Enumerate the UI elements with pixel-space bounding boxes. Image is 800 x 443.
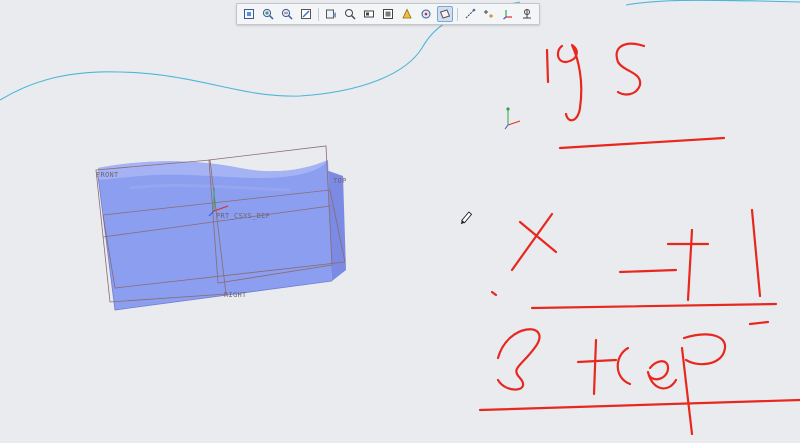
datum-label-front: FRONT	[96, 171, 119, 179]
annotations-icon	[523, 9, 531, 19]
spin-center-icon	[421, 9, 431, 19]
pencil-cursor-icon	[460, 211, 473, 225]
perspective-icon	[402, 8, 412, 19]
shading-button[interactable]	[380, 6, 396, 22]
view-toolbar	[236, 3, 540, 25]
saved-orientations-icon	[326, 9, 336, 19]
datum-curve[interactable]	[625, 0, 800, 6]
datum-label-top: TOP	[333, 177, 347, 185]
datum-label-right: RIGHT	[224, 291, 247, 299]
annotations-button[interactable]	[519, 6, 535, 22]
toolbar-separator	[318, 7, 319, 21]
zoom-out-button[interactable]	[279, 6, 295, 22]
view-manager-button[interactable]	[342, 6, 358, 22]
datum-points-icon	[484, 10, 493, 18]
part-model[interactable]	[97, 160, 346, 311]
coordinate-systems-button[interactable]	[500, 6, 516, 22]
shading-icon	[383, 9, 393, 19]
part-main-face[interactable]	[98, 160, 332, 310]
zoom-out-icon	[281, 8, 293, 20]
refit-icon	[244, 9, 254, 19]
display-style-icon	[364, 10, 374, 18]
zoom-in-button[interactable]	[260, 6, 276, 22]
orientation-triad-icon	[504, 107, 521, 130]
repaint-button[interactable]	[298, 6, 314, 22]
datum-label-csys: PRT_CSYS_DEF	[216, 212, 270, 220]
zoom-in-icon	[262, 8, 274, 20]
datum-axes-button[interactable]	[462, 6, 478, 22]
repaint-icon	[301, 9, 311, 19]
datum-planes-icon	[439, 9, 451, 19]
graphics-window[interactable]: FRONT TOP RIGHT PRT_CSYS_DEF	[0, 0, 800, 443]
coordinate-systems-icon	[503, 10, 512, 20]
view-manager-icon	[345, 9, 356, 20]
refit-button[interactable]	[241, 6, 257, 22]
datum-planes-button[interactable]	[437, 6, 453, 22]
datum-axes-icon	[465, 8, 476, 19]
freehand-sketch	[478, 42, 800, 436]
datum-points-button[interactable]	[481, 6, 497, 22]
toolbar-separator	[457, 7, 458, 21]
display-style-button[interactable]	[361, 6, 377, 22]
perspective-button[interactable]	[399, 6, 415, 22]
spin-center-button[interactable]	[418, 6, 434, 22]
saved-orientations-button[interactable]	[323, 6, 339, 22]
